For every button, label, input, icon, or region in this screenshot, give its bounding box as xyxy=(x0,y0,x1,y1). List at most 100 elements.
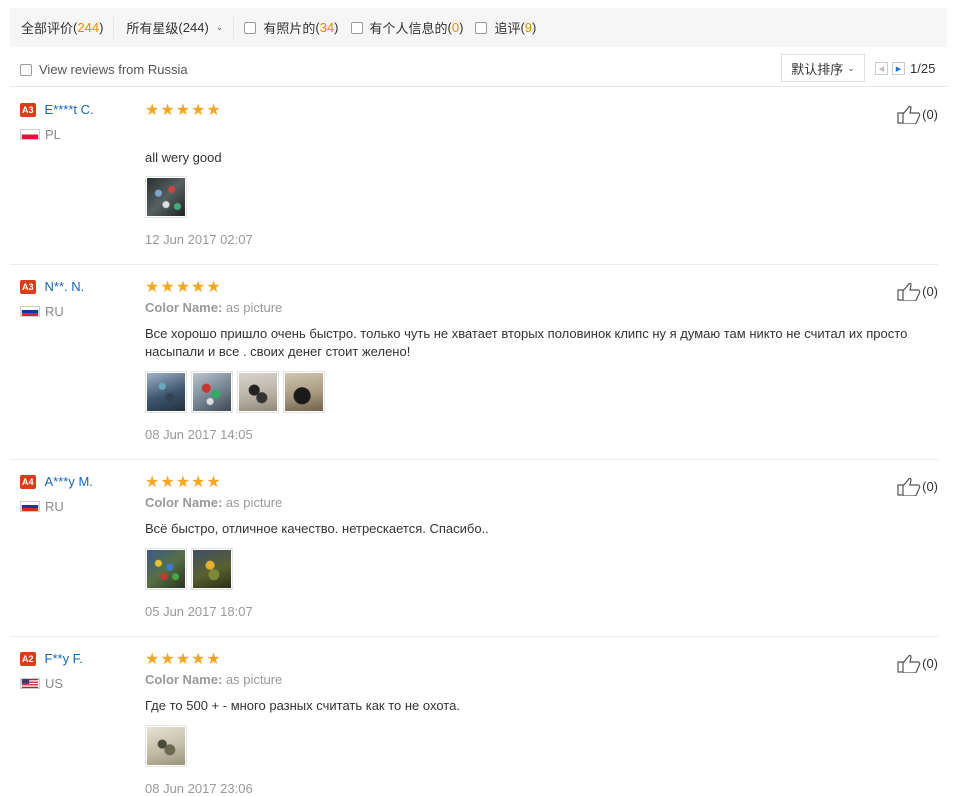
attribute-key: Color Name: xyxy=(145,300,223,315)
star-rating: ★★★★★ xyxy=(145,102,222,119)
helpful-button[interactable]: (0) xyxy=(897,104,938,124)
filter-star-rating-dropdown[interactable]: 所有星级 (244) ⌄ xyxy=(126,18,223,37)
thumbs-up-icon xyxy=(897,654,921,673)
review-date: 12 Jun 2017 02:07 xyxy=(145,232,253,247)
product-attribute: Color Name: as picture xyxy=(145,300,282,315)
star-rating: ★★★★★ xyxy=(145,651,222,668)
review-photo-thumbnail[interactable] xyxy=(145,176,187,218)
review-item: A3 E****t C. PL ★★★★★ all wery good 12 J… xyxy=(10,88,938,265)
filter-personal-count: 0 xyxy=(451,20,460,35)
review-photo-thumbnail[interactable] xyxy=(191,371,233,413)
reviewer-info: A2 F**y F. US xyxy=(20,651,83,691)
review-date: 05 Jun 2017 18:07 xyxy=(145,604,253,619)
buyer-level-badge: A2 xyxy=(20,651,36,666)
helpful-button[interactable]: (0) xyxy=(897,476,938,496)
thumbs-up-icon xyxy=(897,282,921,301)
review-photos xyxy=(145,548,237,590)
prev-page-icon[interactable]: ◀ xyxy=(875,62,888,75)
filter-follow-up[interactable]: 追评(9) xyxy=(475,18,536,37)
filter-with-photos[interactable]: 有照片的 (34) xyxy=(244,18,339,37)
reviewer-country: PL xyxy=(45,127,61,142)
review-photos xyxy=(145,371,329,413)
review-text: Где то 500 + - много разных считать как … xyxy=(145,698,460,713)
review-photo-thumbnail[interactable] xyxy=(145,725,187,767)
filter-all-count: 244 xyxy=(77,20,100,35)
helpful-count: (0) xyxy=(922,283,938,299)
filter-all-label: 全部评价 xyxy=(21,21,74,36)
filter-photos-count: 34 xyxy=(319,20,335,35)
attribute-key: Color Name: xyxy=(145,672,223,687)
filter-stars-label: 所有星级 xyxy=(126,21,179,36)
russia-reviews-label: View reviews from Russia xyxy=(39,62,188,77)
filter-followup-count: 9 xyxy=(524,20,533,35)
filter-stars-count: (244) xyxy=(178,20,209,35)
follow-up-checkbox[interactable] xyxy=(475,21,488,34)
attribute-value: as picture xyxy=(222,300,283,315)
helpful-button[interactable]: (0) xyxy=(897,281,938,301)
sort-label: 默认排序 xyxy=(791,61,844,77)
review-item: A4 A***y M. RU ★★★★★ Color Name: as pict… xyxy=(10,460,938,637)
buyer-level-badge: A4 xyxy=(20,474,36,489)
thumbs-up-icon xyxy=(897,477,921,496)
filter-all-reviews[interactable]: 全部评价 (244) xyxy=(21,18,103,37)
review-date: 08 Jun 2017 14:05 xyxy=(145,427,253,442)
flag-ru-icon xyxy=(20,501,40,512)
filter-photos-label: 有照片的 xyxy=(263,21,316,36)
thumbs-up-icon xyxy=(897,105,921,124)
review-photo-thumbnail[interactable] xyxy=(145,371,187,413)
review-text: Всё быстро, отличное качество. нетрескае… xyxy=(145,521,489,536)
review-filter-bar: 全部评价 (244) 所有星级 (244) ⌄ 有照片的 (34) 有个人信息的… xyxy=(10,8,947,47)
review-photos xyxy=(145,725,191,767)
divider xyxy=(113,16,115,39)
personal-info-checkbox[interactable] xyxy=(350,21,363,34)
review-photo-thumbnail[interactable] xyxy=(237,371,279,413)
russia-reviews-checkbox[interactable] xyxy=(20,63,32,76)
reviewer-country: RU xyxy=(45,304,64,319)
pagination: ◀ ▶ 1/25 xyxy=(875,61,935,76)
product-attribute: Color Name: as picture xyxy=(145,672,282,687)
review-photo-thumbnail[interactable] xyxy=(191,548,233,590)
chevron-down-icon: ⌄ xyxy=(215,22,224,32)
star-rating: ★★★★★ xyxy=(145,279,222,296)
reviewer-info: A3 E****t C. PL xyxy=(20,102,94,142)
review-photo-thumbnail[interactable] xyxy=(283,371,325,413)
helpful-button[interactable]: (0) xyxy=(897,653,938,673)
buyer-level-badge: A3 xyxy=(20,102,36,117)
helpful-count: (0) xyxy=(922,478,938,494)
flag-us-icon xyxy=(20,678,40,689)
attribute-value: as picture xyxy=(222,495,283,510)
with-photos-checkbox[interactable] xyxy=(244,21,257,34)
review-date: 08 Jun 2017 23:06 xyxy=(145,781,253,796)
filter-followup-label: 追评 xyxy=(494,21,521,36)
helpful-count: (0) xyxy=(922,655,938,671)
filter-personal-label: 有个人信息的 xyxy=(369,21,448,36)
review-text: Все хорошо пришло очень быстро. только ч… xyxy=(145,326,908,359)
attribute-key: Color Name: xyxy=(145,495,223,510)
review-item: A3 N**. N. RU ★★★★★ Color Name: as pictu… xyxy=(10,265,938,460)
chevron-down-icon: ⌄ xyxy=(847,62,855,73)
review-text: all wery good xyxy=(145,150,222,165)
flag-ru-icon xyxy=(20,306,40,317)
reviewer-name[interactable]: N**. N. xyxy=(45,279,85,294)
product-attribute: Color Name: as picture xyxy=(145,495,282,510)
filter-with-personal-info[interactable]: 有个人信息的(0) xyxy=(350,18,463,37)
reviewer-country: US xyxy=(45,676,64,691)
reviewer-country: RU xyxy=(45,499,64,514)
review-toolbar: View reviews from Russia 默认排序 ⌄ ◀ ▶ 1/25 xyxy=(10,53,947,87)
divider xyxy=(233,16,235,39)
buyer-level-badge: A3 xyxy=(20,279,36,294)
review-photo-thumbnail[interactable] xyxy=(145,548,187,590)
reviewer-name[interactable]: E****t C. xyxy=(45,102,94,117)
reviewer-info: A3 N**. N. RU xyxy=(20,279,84,319)
star-rating: ★★★★★ xyxy=(145,474,222,491)
russia-reviews-toggle[interactable]: View reviews from Russia xyxy=(20,62,188,77)
reviewer-name[interactable]: A***y M. xyxy=(45,474,93,489)
helpful-count: (0) xyxy=(922,106,938,122)
sort-dropdown[interactable]: 默认排序 ⌄ xyxy=(781,54,865,82)
reviewer-name[interactable]: F**y F. xyxy=(45,651,83,666)
attribute-value: as picture xyxy=(222,672,283,687)
next-page-icon[interactable]: ▶ xyxy=(892,62,905,75)
review-photos xyxy=(145,176,191,218)
reviewer-info: A4 A***y M. RU xyxy=(20,474,93,514)
review-item: A2 F**y F. US ★★★★★ Color Name: as pictu… xyxy=(10,637,938,796)
